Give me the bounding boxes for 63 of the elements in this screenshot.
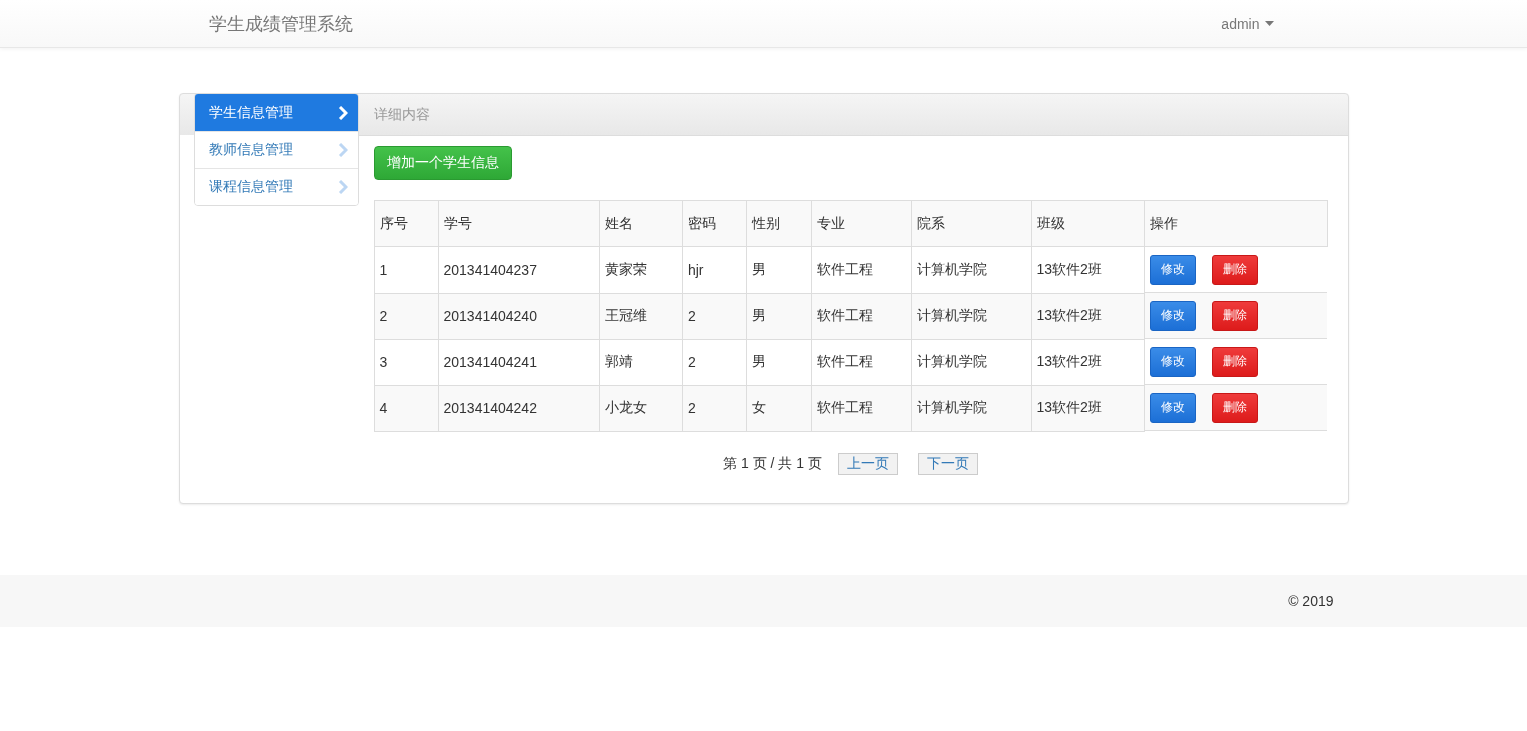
table-cell: 13软件2班: [1031, 293, 1145, 339]
table-cell: 软件工程: [811, 385, 912, 431]
table-cell: 201341404237: [438, 246, 600, 293]
table-cell: 计算机学院: [911, 339, 1031, 385]
table-cell: 王冠维: [599, 293, 683, 339]
column-header: 密码: [682, 200, 747, 247]
delete-button[interactable]: 删除: [1211, 254, 1258, 285]
table-cell: 13软件2班: [1031, 385, 1145, 431]
delete-button[interactable]: 删除: [1211, 300, 1258, 331]
table-cell: 黄家荣: [599, 246, 683, 293]
page-info: 第 1 页 / 共 1 页: [723, 454, 822, 473]
table-cell: 2: [682, 339, 747, 385]
column-header: 专业: [811, 200, 912, 247]
column-header: 操作: [1144, 200, 1327, 247]
table-cell: 小龙女: [599, 385, 683, 431]
edit-button[interactable]: 修改: [1149, 346, 1196, 377]
chevron-right-icon: [337, 180, 348, 194]
sidebar-item[interactable]: 学生信息管理: [194, 94, 358, 131]
copyright-text: © 2019: [1288, 592, 1334, 609]
table-cell: 男: [746, 339, 812, 385]
table-cell: 13软件2班: [1031, 246, 1145, 293]
chevron-right-icon: [337, 105, 348, 120]
table-cell: 郭靖: [599, 339, 683, 385]
table-cell: 软件工程: [811, 339, 912, 385]
table-cell: 1: [374, 246, 438, 293]
table-cell: 201341404242: [438, 385, 600, 431]
panel-title: 详细内容: [373, 105, 430, 124]
column-header: 姓名: [599, 200, 683, 247]
column-header: 班级: [1031, 200, 1145, 247]
table-cell: 计算机学院: [911, 246, 1031, 293]
next-page-button[interactable]: 下一页: [917, 452, 978, 475]
column-header: 学号: [438, 200, 600, 247]
table-cell: 软件工程: [811, 293, 912, 339]
add-student-button[interactable]: 增加一个学生信息: [373, 146, 512, 180]
table-cell: 201341404241: [438, 339, 600, 385]
delete-button[interactable]: 删除: [1211, 346, 1258, 377]
table-cell: 3: [374, 339, 438, 385]
table-cell: 女: [746, 385, 812, 431]
table-cell: 2: [682, 293, 747, 339]
table-cell: 4: [374, 385, 438, 431]
table-cell: 2: [682, 385, 747, 431]
edit-button[interactable]: 修改: [1149, 392, 1196, 423]
table-cell: 男: [746, 246, 812, 293]
edit-button[interactable]: 修改: [1149, 254, 1196, 285]
caret-icon: [1264, 21, 1274, 26]
column-header: 序号: [374, 200, 438, 247]
table-cell: hjr: [682, 246, 747, 293]
table-cell: 201341404240: [438, 293, 600, 339]
delete-button[interactable]: 删除: [1211, 392, 1258, 423]
table-cell: 2: [374, 293, 438, 339]
edit-button[interactable]: 修改: [1149, 300, 1196, 331]
table-cell: 13软件2班: [1031, 339, 1145, 385]
column-header: 性别: [746, 200, 812, 247]
table-cell: 计算机学院: [911, 385, 1031, 431]
column-header: 院系: [911, 200, 1031, 247]
sidebar-item[interactable]: 课程信息管理: [194, 168, 358, 205]
table-cell: 计算机学院: [911, 293, 1031, 339]
brand-title[interactable]: 学生成绩管理系统: [208, 11, 353, 36]
table-cell: 男: [746, 293, 812, 339]
user-menu[interactable]: admin: [1221, 15, 1274, 32]
previous-page-button[interactable]: 上一页: [837, 452, 898, 475]
chevron-right-icon: [337, 143, 348, 157]
table-cell: 软件工程: [811, 246, 912, 293]
